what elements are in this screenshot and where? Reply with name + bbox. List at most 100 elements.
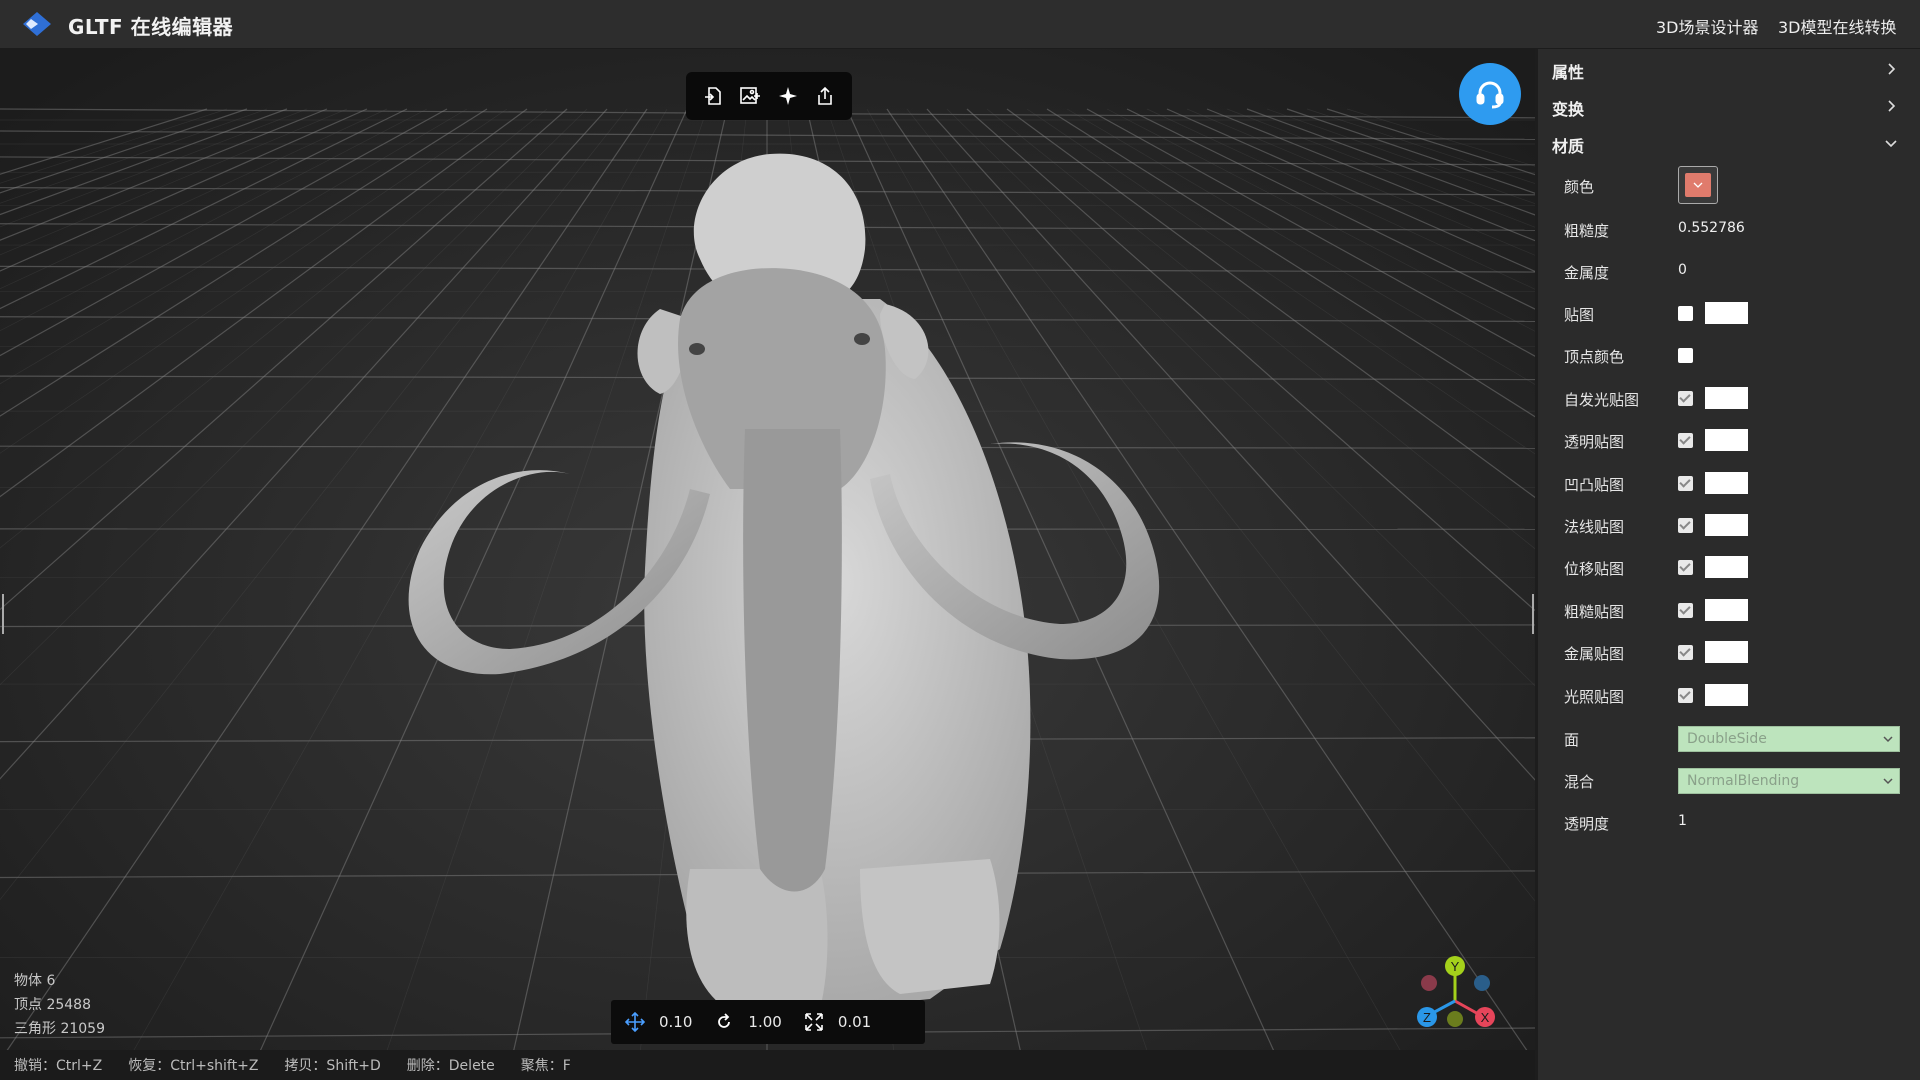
map-label: 位移贴图: [1564, 560, 1625, 579]
map-row: 顶点颜色: [1538, 336, 1920, 374]
triangle-count: 三角形 21059: [14, 1021, 105, 1037]
vertex-count: 顶点 25488: [14, 997, 91, 1013]
map-row: 贴图: [1538, 294, 1920, 332]
side-select-value: DoubleSide: [1687, 731, 1767, 747]
roughness-row: 粗糙度 0.552786: [1538, 210, 1920, 248]
viewport-toolbar: [686, 72, 852, 120]
scale-step-value: 0.01: [837, 1013, 872, 1031]
shortcut-copy: 拷贝：Shift+D: [284, 1058, 381, 1074]
properties-panel: 属性 变换 材质 颜色 粗糙度 0.552786 金属度 0 贴图 顶点颜色 自发光…: [1535, 49, 1920, 1080]
support-button[interactable]: [1459, 63, 1521, 125]
chevron-down-icon: [1883, 778, 1893, 785]
roughness-value[interactable]: 0.552786: [1678, 220, 1745, 236]
blending-select-value: NormalBlending: [1687, 773, 1800, 789]
light-icon[interactable]: [774, 82, 802, 110]
translate-step-value: 0.10: [659, 1013, 693, 1031]
opacity-value[interactable]: 1: [1678, 813, 1687, 829]
map-row: 粗糙贴图: [1538, 591, 1920, 629]
map-texture-swatch[interactable]: [1705, 514, 1748, 536]
map-label: 自发光贴图: [1564, 390, 1640, 409]
chevron-down-icon: [1693, 182, 1703, 188]
export-icon[interactable]: [811, 82, 839, 110]
headset-icon: [1476, 81, 1504, 109]
scene-stats: 物体 6 顶点 25488 三角形 21059: [14, 969, 105, 1041]
scene-designer-link[interactable]: 3D场景设计器: [1656, 14, 1759, 38]
map-label: 顶点颜色: [1564, 348, 1625, 367]
map-label: 透明贴图: [1564, 433, 1625, 452]
side-select[interactable]: DoubleSide: [1678, 726, 1900, 752]
shortcut-redo: 恢复：Ctrl+shift+Z: [128, 1058, 259, 1074]
metalness-label: 金属度: [1564, 264, 1610, 282]
map-label: 法线贴图: [1564, 518, 1625, 536]
map-checkbox[interactable]: [1678, 518, 1693, 533]
map-texture-swatch[interactable]: [1705, 429, 1748, 452]
section-material-label: 材质: [1552, 137, 1585, 156]
blending-row: 混合 NormalBlending: [1538, 761, 1920, 799]
map-row: 自发光贴图: [1538, 379, 1920, 417]
map-checkbox[interactable]: [1678, 687, 1693, 703]
axis-z-label: Z: [1423, 1010, 1431, 1025]
side-row: 面 DoubleSide: [1538, 719, 1920, 757]
metalness-row: 金属度 0: [1538, 252, 1920, 290]
map-row: 法线贴图: [1538, 506, 1920, 544]
logo-icon: [23, 12, 51, 36]
map-label: 粗糙贴图: [1564, 602, 1625, 621]
section-transform-label: 变换: [1552, 100, 1585, 119]
map-checkbox[interactable]: [1678, 602, 1693, 618]
axis-neg-z[interactable]: [1474, 975, 1490, 991]
axis-y-label: Y: [1451, 959, 1460, 974]
map-checkbox[interactable]: [1678, 560, 1693, 576]
shortcut-focus: 聚焦：F: [520, 1058, 571, 1074]
map-checkbox[interactable]: [1678, 306, 1693, 321]
map-texture-swatch[interactable]: [1705, 302, 1748, 324]
map-checkbox[interactable]: [1678, 645, 1693, 661]
rotate-step[interactable]: 1.00: [714, 1012, 782, 1032]
axis-neg-y[interactable]: [1447, 1011, 1463, 1027]
section-properties-label: 属性: [1552, 63, 1585, 82]
section-transform[interactable]: 变换: [1538, 90, 1920, 126]
blending-select[interactable]: NormalBlending: [1678, 768, 1900, 794]
axis-gizmo[interactable]: Y X Z: [1405, 951, 1525, 1061]
map-label: 贴图: [1564, 306, 1595, 324]
model-converter-link[interactable]: 3D模型在线转换: [1778, 14, 1897, 38]
map-checkbox[interactable]: [1678, 433, 1693, 449]
opacity-label: 透明度: [1564, 815, 1610, 833]
section-material[interactable]: 材质: [1538, 127, 1920, 163]
translate-step[interactable]: 0.10: [625, 1012, 692, 1032]
chevron-right-icon: [1888, 100, 1896, 112]
material-color-picker[interactable]: [1678, 166, 1718, 204]
shortcut-delete: 删除：Delete: [406, 1058, 495, 1074]
map-texture-swatch[interactable]: [1705, 556, 1748, 579]
shortcut-undo: 撤销：Ctrl+Z: [14, 1058, 103, 1074]
rotate-step-value: 1.00: [748, 1013, 782, 1031]
map-label: 光照贴图: [1564, 687, 1625, 706]
app-header: GLTF 在线编辑器 3D场景设计器 3D模型在线转换: [0, 0, 1920, 49]
import-image-icon[interactable]: [736, 82, 764, 110]
section-properties[interactable]: 属性: [1538, 53, 1920, 89]
3d-viewport[interactable]: 物体 6 顶点 25488 三角形 21059 0.10 1.00 0.01 Y…: [0, 49, 1535, 1080]
axis-neg-x[interactable]: [1421, 975, 1437, 991]
scale-step[interactable]: 0.01: [804, 1012, 871, 1032]
map-row: 凹凸贴图: [1538, 464, 1920, 502]
rotate-icon: [718, 1013, 731, 1028]
map-texture-swatch[interactable]: [1705, 471, 1748, 494]
map-texture-swatch[interactable]: [1705, 386, 1748, 409]
map-row: 金属贴图: [1538, 633, 1920, 671]
blending-label: 混合: [1564, 773, 1595, 791]
map-texture-swatch[interactable]: [1705, 683, 1748, 706]
map-checkbox[interactable]: [1678, 475, 1693, 491]
map-checkbox[interactable]: [1678, 390, 1693, 406]
map-texture-swatch[interactable]: [1705, 598, 1748, 621]
import-icon[interactable]: [699, 82, 727, 110]
metalness-value[interactable]: 0: [1678, 262, 1687, 278]
shortcut-bar: 撤销：Ctrl+Z 恢复：Ctrl+shift+Z 拷贝：Shift+D 删除：…: [0, 1050, 1535, 1080]
map-label: 凹凸贴图: [1564, 475, 1625, 494]
scene-canvas[interactable]: [0, 49, 1535, 1080]
object-count: 物体 6: [14, 973, 56, 989]
map-checkbox[interactable]: [1678, 348, 1693, 364]
map-texture-swatch[interactable]: [1705, 641, 1748, 664]
opacity-row: 透明度 1: [1538, 803, 1920, 841]
app-title: GLTF 在线编辑器: [68, 15, 234, 39]
axis-x-label: X: [1481, 1010, 1490, 1025]
roughness-label: 粗糙度: [1564, 222, 1610, 240]
